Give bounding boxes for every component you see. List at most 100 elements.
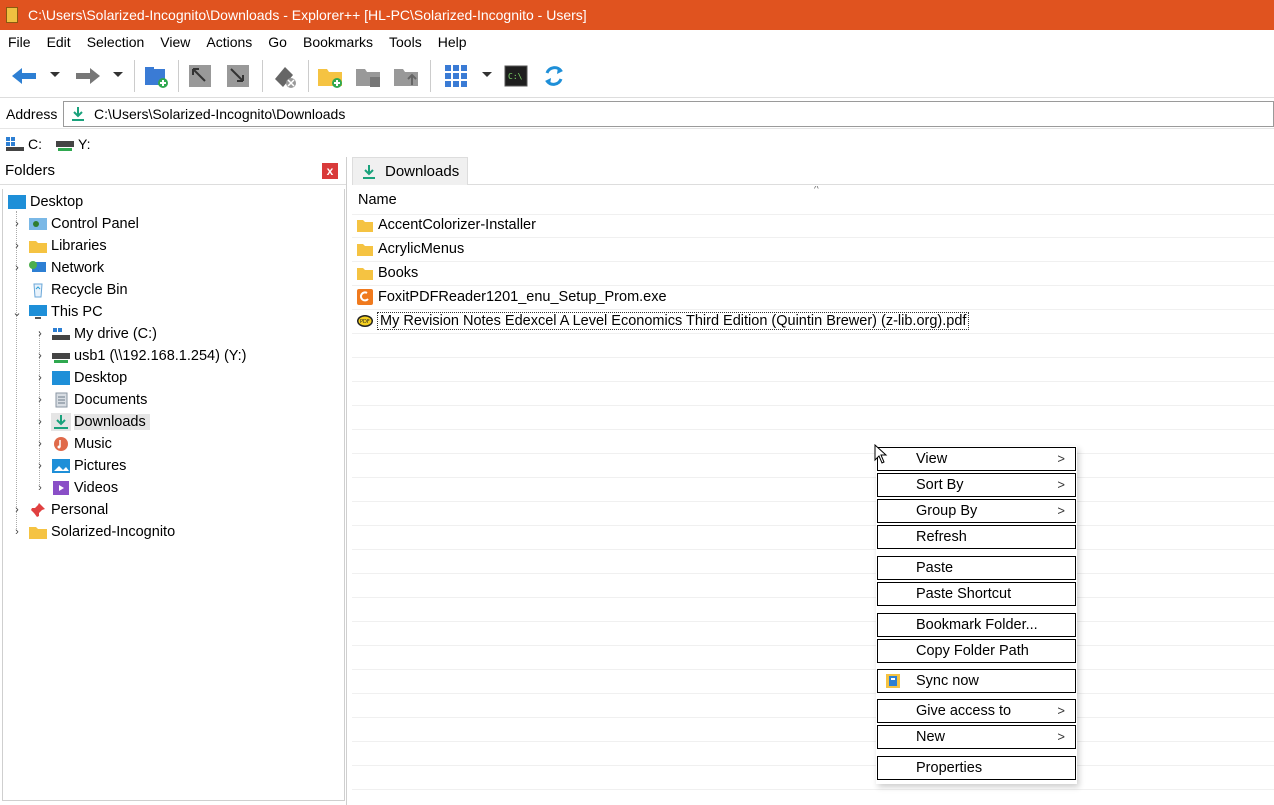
tree-item-recycle-bin[interactable]: Recycle Bin — [28, 279, 128, 301]
download-icon — [72, 107, 84, 121]
chevron-right-icon[interactable]: › — [35, 372, 45, 384]
copy-to-folder-button[interactable] — [354, 62, 382, 90]
tree-item-personal[interactable]: › Personal — [12, 499, 108, 521]
context-item-label: View — [916, 451, 948, 467]
context-item-give-access-to[interactable]: Give access to > — [877, 699, 1076, 723]
desktop-icon — [51, 369, 71, 387]
chevron-right-icon[interactable]: › — [35, 482, 45, 494]
network-drive-icon — [56, 141, 74, 151]
tree-item-usb1[interactable]: › usb1 (\\192.168.1.254) (Y:) — [35, 345, 246, 367]
refresh-button[interactable] — [540, 62, 568, 90]
tree-item-solarized-incognito[interactable]: › Solarized-Incognito — [12, 521, 175, 543]
drive-y-label: Y: — [78, 136, 91, 152]
context-item-refresh[interactable]: Refresh — [877, 525, 1076, 549]
context-item-paste-shortcut[interactable]: Paste Shortcut — [877, 582, 1076, 606]
tree-label: Solarized-Incognito — [51, 524, 176, 540]
context-item-paste[interactable]: Paste — [877, 556, 1076, 580]
chevron-right-icon[interactable]: › — [12, 262, 22, 274]
menu-edit[interactable]: Edit — [39, 30, 79, 54]
drive-c-button[interactable]: C: — [6, 136, 42, 152]
context-item-sync-now[interactable]: Sync now — [877, 669, 1076, 693]
chevron-down-icon[interactable]: ⌄ — [12, 307, 22, 319]
column-header-name[interactable]: Name ^ — [352, 186, 1274, 214]
new-tab-button[interactable] — [142, 62, 170, 90]
address-bar: Address C:\Users\Solarized-Incognito\Dow… — [0, 99, 1274, 129]
tree-item-network[interactable]: › Network — [12, 257, 104, 279]
folders-pane: Folders x Desktop › Control Panel › Libr… — [0, 157, 347, 805]
menu-actions[interactable]: Actions — [198, 30, 260, 54]
chevron-right-icon[interactable]: › — [35, 350, 45, 362]
file-row[interactable]: PDF My Revision Notes Edexcel A Level Ec… — [356, 310, 970, 332]
context-item-bookmark-folder[interactable]: Bookmark Folder... — [877, 613, 1076, 637]
file-row[interactable]: AcrylicMenus — [356, 238, 464, 260]
tree-item-libraries[interactable]: › Libraries — [12, 235, 106, 257]
tree-item-videos[interactable]: › Videos — [35, 477, 118, 499]
tree-item-desktop-pc[interactable]: › Desktop — [35, 367, 127, 389]
menu-bookmarks[interactable]: Bookmarks — [295, 30, 381, 54]
menu-tools[interactable]: Tools — [381, 30, 430, 54]
context-item-view[interactable]: View > — [877, 447, 1076, 471]
tree-item-documents[interactable]: › Documents — [35, 389, 147, 411]
file-row[interactable]: Books — [356, 262, 418, 284]
chevron-right-icon[interactable]: › — [12, 526, 22, 538]
tree-item-desktop[interactable]: Desktop — [7, 191, 83, 213]
back-button[interactable] — [10, 62, 38, 90]
row-divider — [352, 765, 1274, 766]
tree-item-pictures[interactable]: › Pictures — [35, 455, 126, 477]
file-row[interactable]: FoxitPDFReader1201_enu_Setup_Prom.exe — [356, 286, 667, 308]
documents-icon — [51, 391, 71, 409]
tree-item-music[interactable]: › Music — [35, 433, 112, 455]
chevron-right-icon[interactable]: › — [12, 218, 22, 230]
chevron-right-icon[interactable]: › — [35, 460, 45, 472]
menu-bar: File Edit Selection View Actions Go Book… — [0, 30, 1274, 54]
context-item-group-by[interactable]: Group By > — [877, 499, 1076, 523]
chevron-right-icon[interactable]: › — [35, 394, 45, 406]
file-name: Books — [378, 265, 419, 281]
title-bar: C:\Users\Solarized-Incognito\Downloads -… — [0, 0, 1274, 30]
context-item-sort-by[interactable]: Sort By > — [877, 473, 1076, 497]
tree-label: Desktop — [30, 194, 84, 210]
menu-selection[interactable]: Selection — [79, 30, 153, 54]
views-button[interactable] — [442, 62, 470, 90]
chevron-right-icon[interactable]: › — [35, 438, 45, 450]
menu-help[interactable]: Help — [430, 30, 475, 54]
context-item-properties[interactable]: Properties — [877, 756, 1076, 780]
tree-item-downloads[interactable]: › Downloads — [35, 411, 150, 433]
context-item-copy-folder-path[interactable]: Copy Folder Path — [877, 639, 1076, 663]
chevron-right-icon[interactable]: › — [12, 504, 22, 516]
chevron-right-icon[interactable]: › — [12, 240, 22, 252]
chevron-right-icon[interactable]: › — [35, 328, 45, 340]
tree-item-this-pc[interactable]: ⌄ This PC — [12, 301, 102, 323]
delete-button[interactable] — [270, 62, 298, 90]
chevron-right-icon: > — [1057, 503, 1065, 518]
menu-view[interactable]: View — [152, 30, 198, 54]
context-item-label: Sync now — [916, 673, 979, 689]
forward-dropdown-button[interactable] — [113, 72, 123, 77]
tree-label: Control Panel — [51, 216, 139, 232]
tree-item-control-panel[interactable]: › Control Panel — [12, 213, 139, 235]
toolbar-separator — [178, 60, 179, 92]
computer-icon — [28, 303, 48, 321]
down-button[interactable] — [224, 62, 252, 90]
context-item-label: Group By — [916, 503, 978, 519]
file-row[interactable]: AccentColorizer-Installer — [356, 214, 536, 236]
menu-go[interactable]: Go — [260, 30, 295, 54]
address-label: Address — [6, 105, 58, 122]
move-to-folder-button[interactable] — [392, 62, 420, 90]
command-prompt-button[interactable]: C:\ — [502, 62, 530, 90]
context-item-new[interactable]: New > — [877, 725, 1076, 749]
pdf-icon: PDF — [356, 312, 374, 330]
menu-file[interactable]: File — [0, 30, 39, 54]
new-folder-button[interactable] — [316, 62, 344, 90]
tree-item-my-drive[interactable]: › My drive (C:) — [35, 323, 157, 345]
up-button[interactable] — [186, 62, 214, 90]
address-input[interactable]: C:\Users\Solarized-Incognito\Downloads — [63, 101, 1274, 127]
forward-button[interactable] — [74, 62, 102, 90]
chevron-right-icon[interactable]: › — [35, 416, 45, 428]
drive-y-button[interactable]: Y: — [56, 136, 90, 152]
file-name: AcrylicMenus — [378, 241, 465, 257]
tab-downloads[interactable]: Downloads — [352, 157, 468, 185]
back-dropdown-button[interactable] — [50, 72, 60, 77]
close-folders-button[interactable]: x — [322, 163, 338, 179]
views-dropdown-button[interactable] — [482, 72, 492, 77]
